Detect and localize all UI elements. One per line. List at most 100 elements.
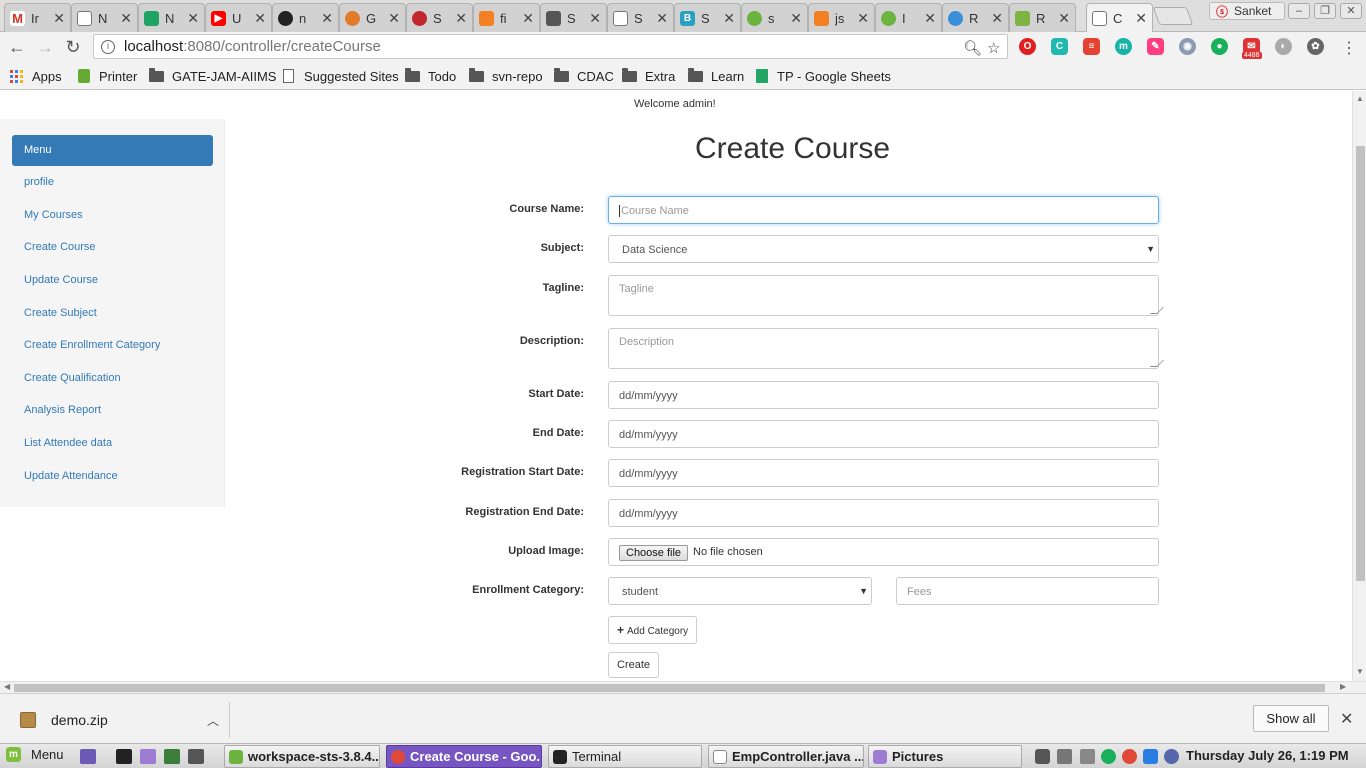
browser-tab[interactable]: M Ir ✕ [4,3,71,32]
close-tab-icon[interactable]: ✕ [455,10,467,27]
close-tab-icon[interactable]: ✕ [723,10,735,27]
browser-tab[interactable]: B S ✕ [674,3,741,32]
course-name-input[interactable]: Course Name [608,196,1159,224]
sidebar-link-create-enrollment-category[interactable]: Create Enrollment Category [24,339,160,351]
close-tab-icon[interactable]: ✕ [321,10,333,27]
close-tab-icon[interactable]: ✕ [120,10,132,27]
close-tab-icon[interactable]: ✕ [1058,10,1070,27]
close-tab-icon[interactable]: ✕ [924,10,936,27]
close-tab-icon[interactable]: ✕ [187,10,199,27]
bookmark-apps[interactable]: Apps [10,68,62,84]
taskbar-item-pictures[interactable]: Pictures [868,745,1022,768]
browser-tab-active[interactable]: C ✕ [1086,3,1153,33]
close-tab-icon[interactable]: ✕ [857,10,869,27]
browser-tab[interactable]: js ✕ [808,3,875,32]
forward-button[interactable]: → [34,36,56,58]
scroll-up-icon[interactable]: ▲ [1356,94,1364,103]
chrome-tray-icon[interactable] [1122,749,1137,764]
close-icon[interactable]: ✕ [1340,709,1353,729]
sidebar-link-profile[interactable]: profile [24,176,54,188]
chevron-up-icon[interactable]: ︿ [207,712,219,729]
browser-tab[interactable]: G ✕ [339,3,406,32]
fees-input[interactable]: Fees [896,577,1159,605]
scroll-right-icon[interactable]: ▶ [1340,682,1346,691]
end-date-input[interactable]: dd/mm/yyyy [608,420,1159,448]
teamviewer-icon[interactable] [1143,749,1158,764]
browser-tab[interactable]: fi ✕ [473,3,540,32]
sts-launcher-icon[interactable] [164,749,180,764]
bookmark-folder[interactable]: Todo [405,67,456,84]
volume-icon[interactable] [1080,749,1095,764]
browser-tab[interactable]: ▶ U ✕ [205,3,272,32]
resize-handle-icon[interactable] [1150,360,1164,367]
start-menu-button[interactable]: m Menu [6,747,64,762]
registration-start-date-input[interactable]: dd/mm/yyyy [608,459,1159,487]
close-tab-icon[interactable]: ✕ [790,10,802,27]
tagline-textarea[interactable]: Tagline [608,275,1164,316]
bookmark-folder[interactable]: Learn [688,67,744,84]
new-tab-button[interactable] [1152,7,1194,25]
close-tab-icon[interactable]: ✕ [53,10,65,27]
clock[interactable]: Thursday July 26, 1:19 PM [1186,748,1349,763]
zoom-search-icon[interactable]: 🔍︎ [963,39,982,57]
terminal-launcher-icon[interactable] [116,749,132,764]
todoist-extension-icon[interactable]: ≡ [1083,38,1100,55]
taskbar-item-terminal[interactable]: Terminal [548,745,702,768]
opera-extension-icon[interactable]: O [1019,38,1036,55]
scrollbar-thumb[interactable] [14,684,1325,692]
start-date-input[interactable]: dd/mm/yyyy [608,381,1159,409]
registration-end-date-input[interactable]: dd/mm/yyyy [608,499,1159,527]
chrome-menu-icon[interactable]: ⋮ [1341,38,1357,58]
sidebar-link-analysis-report[interactable]: Analysis Report [24,404,101,416]
sidebar-link-create-qualification[interactable]: Create Qualification [24,372,121,384]
feather-extension-icon[interactable]: ✎ [1147,38,1164,55]
scrollbar-thumb[interactable] [1356,146,1365,581]
browser-tab[interactable]: I ✕ [875,3,942,32]
browser-tab[interactable]: N ✕ [71,3,138,32]
hangouts-tray-icon[interactable] [1101,749,1116,764]
extension-gray-icon[interactable]: ◐ [1275,38,1292,55]
horizontal-scrollbar[interactable]: ◀ ▶ [0,681,1366,693]
create-button[interactable]: Create [608,652,660,678]
bookmark-suggested-sites[interactable]: Suggested Sites [283,68,399,84]
show-all-button[interactable]: Show all [1253,705,1329,732]
browser-tab[interactable]: n ✕ [272,3,339,32]
address-bar[interactable]: i localhost:8080/controller/createCourse [93,34,1008,59]
scroll-down-icon[interactable]: ▼ [1356,667,1364,676]
bookmark-folder[interactable]: CDAC [554,67,614,84]
browser-tab[interactable]: R ✕ [1009,3,1076,32]
subject-select[interactable]: Data Science ▼ [608,235,1159,263]
sidebar-link-create-course[interactable]: Create Course [24,241,96,253]
pen-icon[interactable] [1057,749,1072,764]
extension-m-icon[interactable]: m [1115,38,1132,55]
grammarly-extension-icon[interactable]: C [1051,38,1068,55]
choose-file-button[interactable]: Choose file [619,545,689,561]
close-tab-icon[interactable]: ✕ [656,10,668,27]
shield-icon[interactable] [1164,749,1179,764]
taskbar-item-chrome[interactable]: Create Course - Goo... [386,745,542,768]
reload-button[interactable]: ↻ [62,36,84,58]
profile-button[interactable]: ⓢ Sanket [1209,2,1285,20]
close-tab-icon[interactable]: ✕ [254,10,266,27]
bookmark-folder[interactable]: Extra [622,67,675,84]
bookmark-star-icon[interactable]: ☆ [987,39,1000,57]
sidebar-link-my-courses[interactable]: My Courses [24,209,83,221]
back-button[interactable]: ← [6,36,28,58]
browser-tab[interactable]: S ✕ [540,3,607,32]
info-icon[interactable]: i [101,39,115,54]
close-window-button[interactable]: ✕ [1340,3,1362,19]
browser-tab[interactable]: s ✕ [741,3,808,32]
close-tab-icon[interactable]: ✕ [1135,10,1147,27]
show-desktop-icon[interactable] [80,749,96,764]
user-icon[interactable] [1035,749,1050,764]
scroll-left-icon[interactable]: ◀ [4,682,10,691]
resize-handle-icon[interactable] [1150,307,1164,314]
extension-reel-icon[interactable]: ✿ [1307,38,1324,55]
description-textarea[interactable]: Description [608,328,1164,369]
close-tab-icon[interactable]: ✕ [589,10,601,27]
browser-tab[interactable]: S ✕ [607,3,674,32]
files-launcher-icon[interactable] [140,749,156,764]
sidebar-link-create-subject[interactable]: Create Subject [24,307,97,319]
minimize-button[interactable]: – [1288,3,1310,19]
close-tab-icon[interactable]: ✕ [522,10,534,27]
